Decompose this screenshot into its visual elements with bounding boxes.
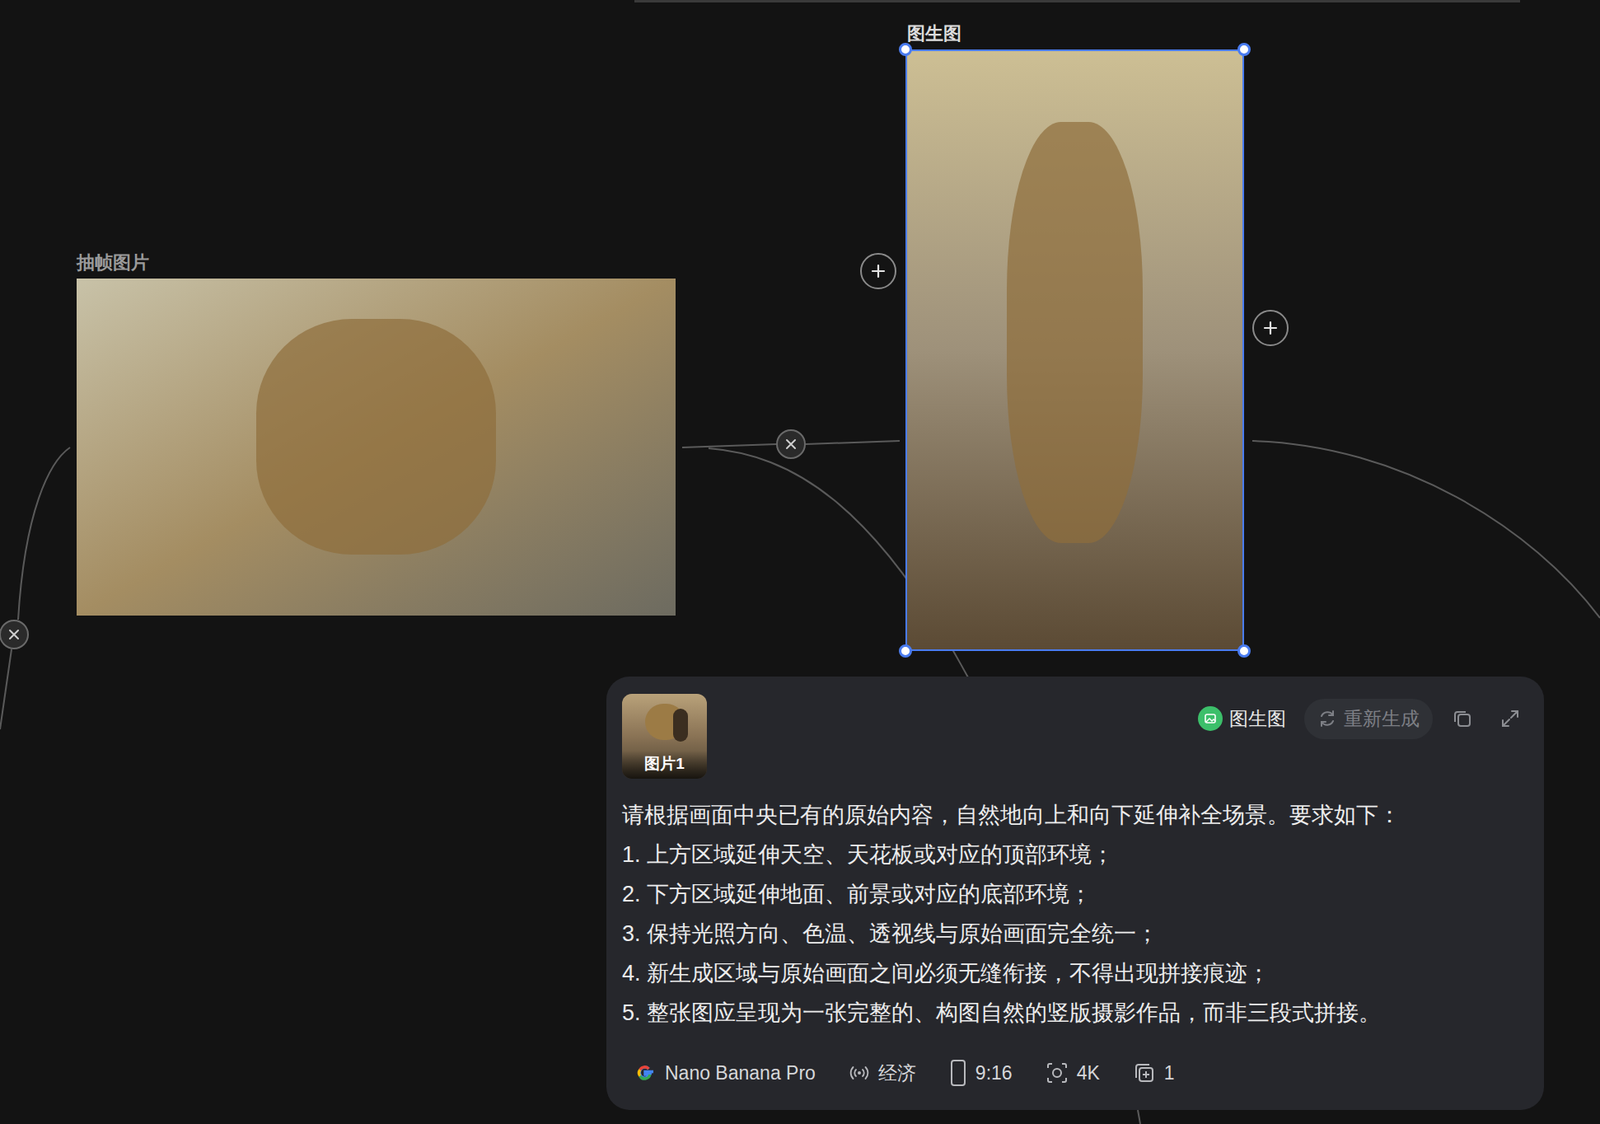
mode-label: 图生图 bbox=[1229, 704, 1287, 734]
disconnect-button[interactable] bbox=[0, 619, 29, 650]
setting-ratio[interactable]: 9:16 bbox=[949, 1055, 1013, 1091]
node-label: 抽帧图片 bbox=[76, 248, 150, 277]
prompt-line: 3. 保持光照方向、色温、透视线与原始画面完全统一； bbox=[622, 913, 1529, 954]
portrait-ratio-icon bbox=[949, 1058, 968, 1087]
setting-label: 4K bbox=[1076, 1058, 1100, 1088]
image-node[interactable] bbox=[905, 49, 1245, 651]
resize-handle[interactable] bbox=[1237, 42, 1251, 57]
copy-icon bbox=[1451, 707, 1474, 730]
mode-chip: 图生图 bbox=[1191, 699, 1293, 739]
add-right-button[interactable] bbox=[1252, 309, 1289, 347]
prompt-line: 4. 新生成区域与原始画面之间必须无缝衔接，不得出现拼接痕迹； bbox=[622, 953, 1529, 993]
resize-handle[interactable] bbox=[898, 644, 913, 658]
disconnect-button[interactable] bbox=[776, 429, 806, 459]
prompt-line: 5. 整张图应呈现为一张完整的、构图自然的竖版摄影作品，而非三段式拼接。 bbox=[622, 992, 1529, 1033]
setting-label: Nano Banana Pro bbox=[664, 1058, 816, 1088]
image-mode-icon bbox=[1197, 706, 1223, 731]
image-node[interactable] bbox=[76, 278, 676, 616]
resize-handle[interactable] bbox=[898, 42, 913, 57]
refresh-icon bbox=[1317, 708, 1338, 729]
expand-icon bbox=[1499, 707, 1521, 730]
copy-button[interactable] bbox=[1444, 700, 1481, 737]
prompt-line: 1. 上方区域延伸天空、天花板或对应的顶部环境； bbox=[622, 834, 1529, 875]
node-image bbox=[76, 278, 676, 616]
plus-icon bbox=[1262, 319, 1279, 337]
settings-bar: Nano Banana Pro 经济 9:16 4K 1 bbox=[622, 1055, 1529, 1095]
setting-label: 经济 bbox=[878, 1058, 917, 1088]
node-label: 图生图 bbox=[907, 19, 962, 47]
resize-handle[interactable] bbox=[1237, 644, 1251, 658]
reference-label: 图片1 bbox=[622, 752, 707, 777]
prompt-panel: 图片1 图生图 重新生成 bbox=[606, 676, 1544, 1110]
prompt-line: 2. 下方区域延伸地面、前景或对应的底部环境； bbox=[622, 874, 1529, 914]
google-icon bbox=[633, 1061, 657, 1085]
setting-resolution[interactable]: 4K bbox=[1045, 1055, 1100, 1091]
close-icon bbox=[784, 437, 798, 451]
expand-button[interactable] bbox=[1492, 700, 1529, 737]
add-left-button[interactable] bbox=[860, 252, 897, 290]
close-icon bbox=[7, 627, 21, 641]
layers-icon bbox=[1132, 1061, 1156, 1085]
prompt-line: 请根据画面中央已有的原始内容，自然地向上和向下延伸补全场景。要求如下： bbox=[622, 795, 1529, 835]
signal-icon bbox=[848, 1061, 871, 1084]
regenerate-button[interactable]: 重新生成 bbox=[1304, 698, 1433, 740]
setting-label: 9:16 bbox=[975, 1058, 1013, 1088]
setting-speed[interactable]: 经济 bbox=[848, 1055, 917, 1091]
reference-thumbnail[interactable]: 图片1 bbox=[622, 693, 707, 779]
setting-label: 1 bbox=[1164, 1058, 1175, 1088]
canvas[interactable]: 抽帧图片图生图 图片1 图生图 bbox=[0, 0, 1600, 1124]
lens-icon bbox=[1045, 1061, 1069, 1085]
setting-model[interactable]: Nano Banana Pro bbox=[633, 1055, 816, 1091]
plus-icon bbox=[870, 262, 887, 280]
prompt-text[interactable]: 请根据画面中央已有的原始内容，自然地向上和向下延伸补全场景。要求如下：1. 上方… bbox=[622, 795, 1529, 1033]
setting-count[interactable]: 1 bbox=[1132, 1055, 1175, 1091]
node-image bbox=[905, 49, 1245, 651]
regenerate-label: 重新生成 bbox=[1343, 704, 1420, 734]
